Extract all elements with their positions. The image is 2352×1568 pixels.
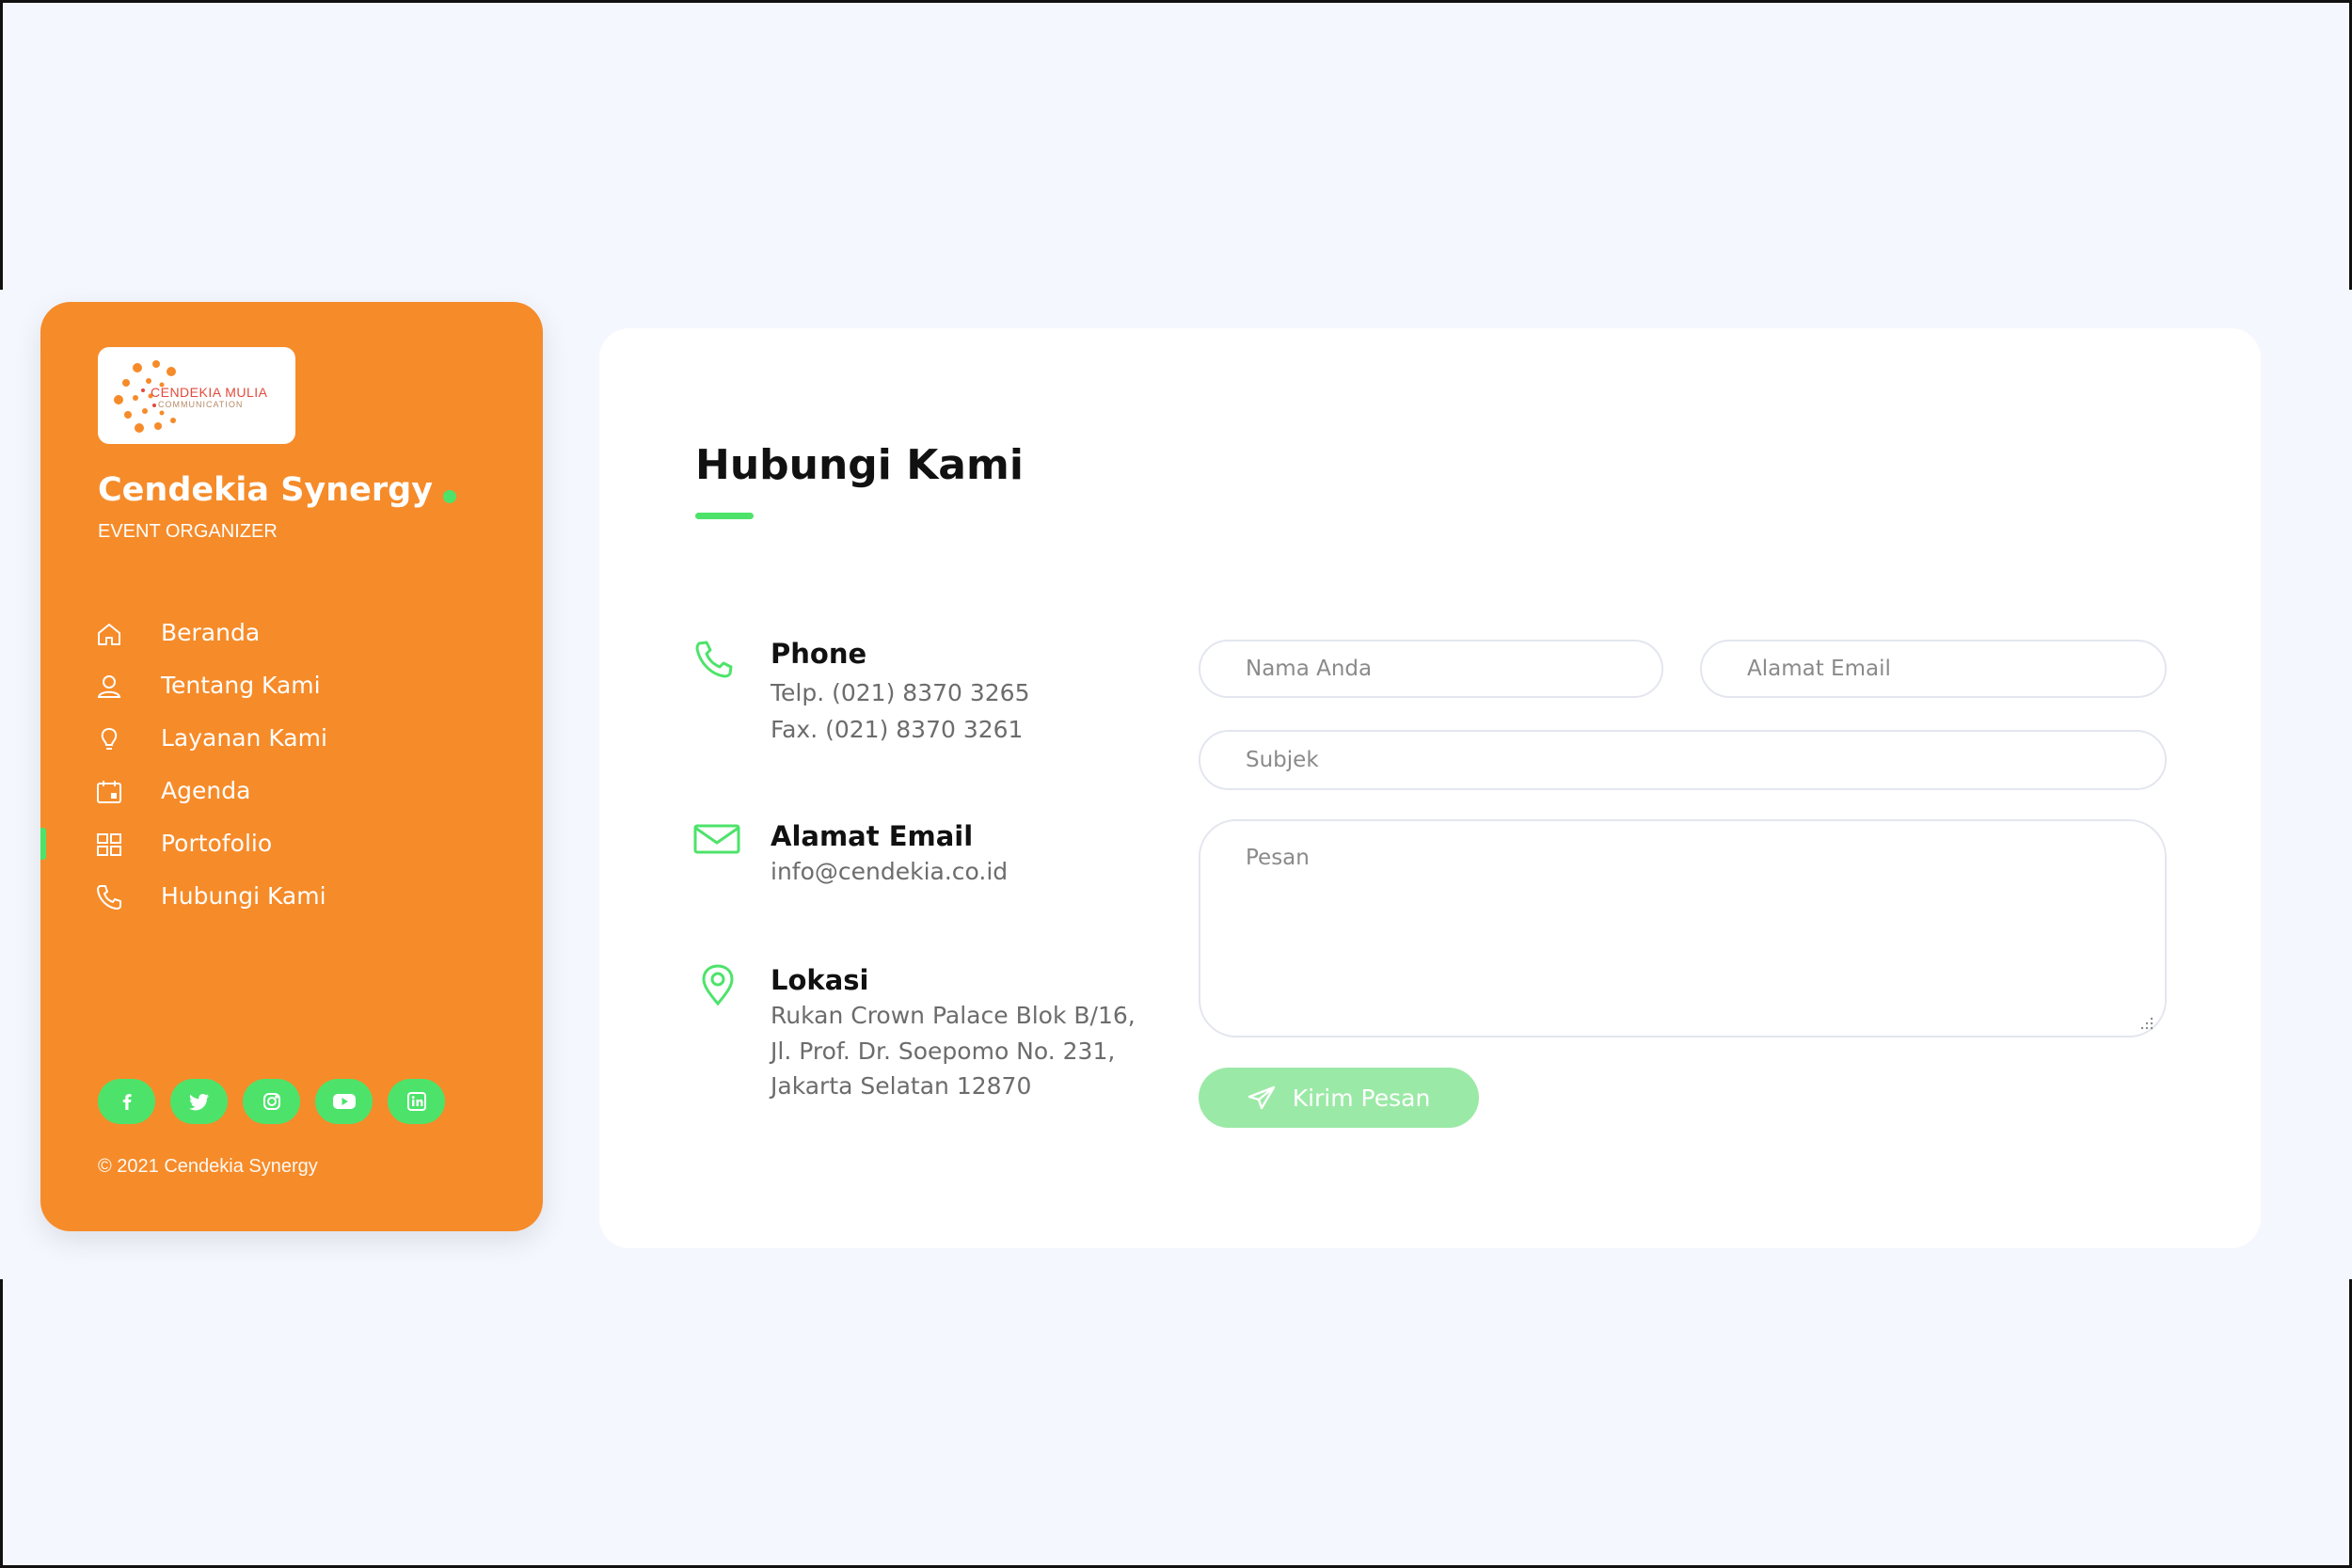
contact-card: Hubungi Kami Phone Telp. (021) 8370 3265… xyxy=(599,328,2261,1248)
logo-subtext: COMMUNICATION xyxy=(158,400,244,409)
sidebar: CENDEKIA MULIA COMMUNICATION Cendekia Sy… xyxy=(40,302,543,1231)
address-line-1: Rukan Crown Palace Blok B/16, xyxy=(771,1002,1136,1029)
sidebar-nav: Beranda Tentang Kami Layanan Kami Agenda… xyxy=(40,608,543,924)
sidebar-item-portofolio[interactable]: Portofolio xyxy=(40,818,543,871)
calendar-icon xyxy=(97,781,121,803)
sidebar-item-label: Tentang Kami xyxy=(161,672,321,699)
sidebar-item-layanan-kami[interactable]: Layanan Kami xyxy=(40,713,543,766)
sidebar-item-tentang-kami[interactable]: Tentang Kami xyxy=(40,660,543,713)
social-links xyxy=(98,1079,445,1124)
home-icon xyxy=(98,624,120,645)
send-message-button[interactable]: Kirim Pesan xyxy=(1199,1068,1479,1128)
linkedin-button[interactable] xyxy=(388,1079,445,1124)
phone-icon xyxy=(695,641,733,678)
email-heading: Alamat Email xyxy=(771,820,974,852)
company-logo[interactable]: CENDEKIA MULIA COMMUNICATION xyxy=(98,347,295,444)
sidebar-item-agenda[interactable]: Agenda xyxy=(40,766,543,818)
linkedin-icon xyxy=(406,1092,426,1111)
address-line-2: Jl. Prof. Dr. Soepomo No. 231, xyxy=(771,1037,1116,1065)
email-input[interactable] xyxy=(1700,640,2167,698)
name-input[interactable] xyxy=(1199,640,1663,698)
email-address[interactable]: info@cendekia.co.id xyxy=(771,858,1008,885)
phone-heading: Phone xyxy=(771,638,867,670)
sidebar-item-label: Layanan Kami xyxy=(161,724,327,752)
brand-title[interactable]: Cendekia Synergy xyxy=(98,471,433,509)
sidebar-item-label: Portofolio xyxy=(161,830,273,857)
sidebar-item-beranda[interactable]: Beranda xyxy=(40,608,543,660)
twitter-icon xyxy=(188,1094,209,1111)
grid-icon xyxy=(97,833,121,856)
phone-icon xyxy=(97,885,121,910)
sidebar-item-label: Beranda xyxy=(161,619,261,646)
sidebar-item-hubungi-kami[interactable]: Hubungi Kami xyxy=(40,871,543,924)
address-line-3: Jakarta Selatan 12870 xyxy=(771,1072,1032,1100)
copyright-text: © 2021 Cendekia Synergy xyxy=(98,1156,318,1177)
message-textarea[interactable] xyxy=(1199,819,2167,1037)
logo-text: CENDEKIA MULIA xyxy=(151,385,268,400)
brand-dot xyxy=(443,490,456,503)
phone-number: Telp. (021) 8370 3265 xyxy=(771,679,1030,706)
envelope-icon xyxy=(693,824,740,854)
youtube-icon xyxy=(332,1094,356,1109)
location-heading: Lokasi xyxy=(771,964,869,996)
send-button-label: Kirim Pesan xyxy=(1292,1084,1431,1112)
instagram-icon xyxy=(262,1093,280,1110)
page-title: Hubungi Kami xyxy=(695,441,1024,489)
facebook-icon xyxy=(122,1094,132,1110)
youtube-button[interactable] xyxy=(315,1079,373,1124)
lightbulb-icon xyxy=(101,727,118,750)
location-pin-icon xyxy=(702,964,734,1006)
subject-input[interactable] xyxy=(1199,730,2167,790)
resize-grip-icon[interactable] xyxy=(2140,1017,2153,1030)
brand-subtitle: EVENT ORGANIZER xyxy=(98,521,278,542)
paper-plane-icon xyxy=(1248,1085,1275,1110)
fax-number: Fax. (021) 8370 3261 xyxy=(771,716,1024,743)
user-icon xyxy=(97,675,121,698)
instagram-button[interactable] xyxy=(243,1079,300,1124)
facebook-button[interactable] xyxy=(98,1079,155,1124)
title-underline xyxy=(695,513,754,519)
twitter-button[interactable] xyxy=(170,1079,228,1124)
sidebar-item-label: Hubungi Kami xyxy=(161,882,326,910)
sidebar-item-label: Agenda xyxy=(161,777,251,804)
